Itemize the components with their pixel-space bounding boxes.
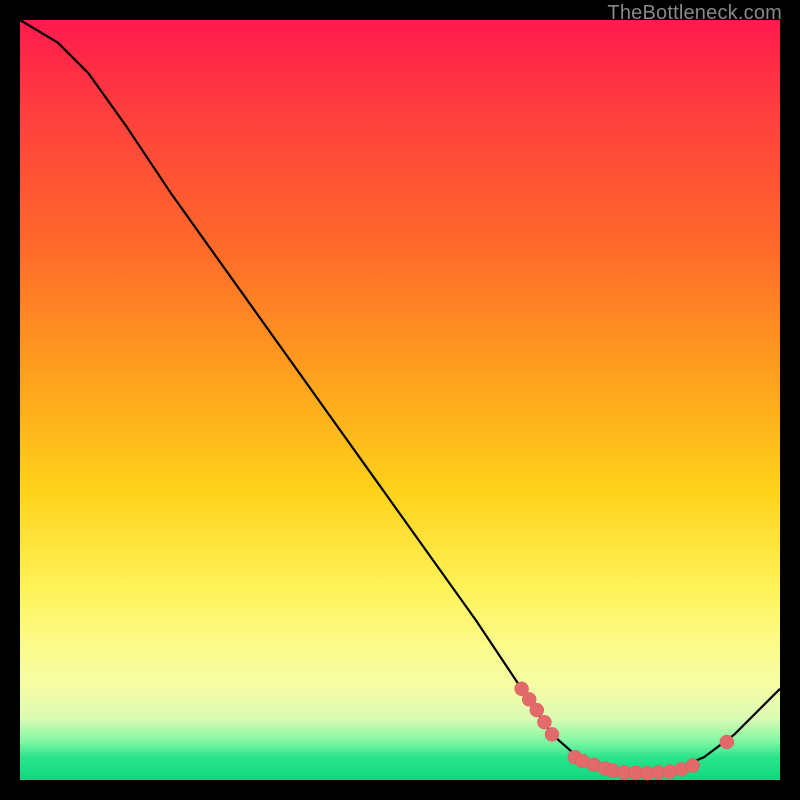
chart-svg [20, 20, 780, 780]
data-marker [545, 727, 559, 741]
data-marker [686, 759, 700, 773]
chart-plot-area [20, 20, 780, 780]
marker-group [515, 682, 734, 780]
data-marker [720, 735, 734, 749]
data-marker [530, 703, 544, 717]
chart-stage: TheBottleneck.com [0, 0, 800, 800]
bottleneck-curve [20, 20, 780, 773]
data-marker [537, 715, 551, 729]
